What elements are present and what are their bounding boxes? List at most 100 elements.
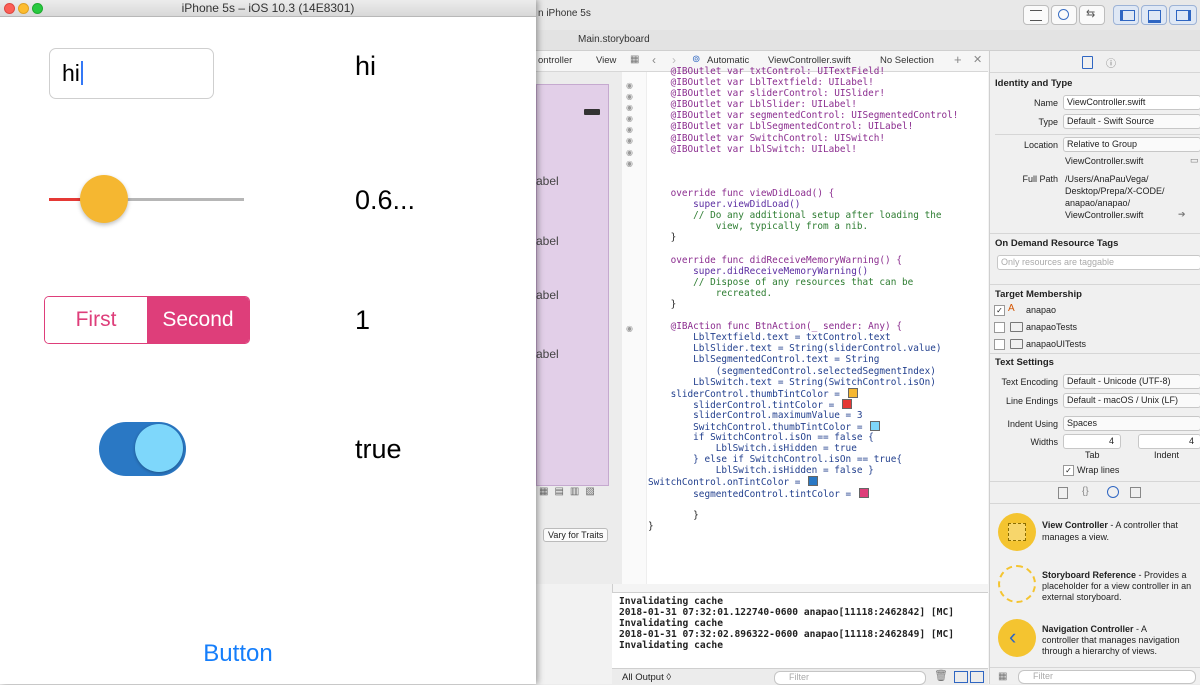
code-line: sliderControl.maximumValue = 3: [648, 409, 863, 421]
name-field[interactable]: ViewController.swift: [1063, 95, 1200, 110]
code-line: @IBOutlet var SwitchControl: UISwitch!: [648, 132, 886, 144]
wrap-lines-checkbox[interactable]: ✓: [1063, 465, 1074, 476]
chevron-left-icon[interactable]: ‹: [652, 53, 656, 67]
library-item-storyboard-reference[interactable]: Storyboard Reference - Provides a placeh…: [990, 565, 1200, 617]
encoding-label: Text Encoding: [1001, 377, 1058, 387]
text-field[interactable]: hi: [49, 48, 214, 99]
file-inspector-icon[interactable]: [1082, 56, 1093, 69]
color-literal-swatch[interactable]: [841, 398, 852, 409]
library-item-navigation-controller[interactable]: ‹ Navigation Controller - A controller t…: [990, 619, 1200, 671]
standard-editor-button[interactable]: [1023, 5, 1049, 25]
chevron-right-icon[interactable]: ›: [672, 53, 676, 67]
jumpbar-file[interactable]: ViewController.swift: [768, 55, 851, 66]
assistant-editor-button[interactable]: [1051, 5, 1077, 25]
grid-icon[interactable]: ▦: [630, 54, 639, 65]
color-literal-swatch[interactable]: [858, 487, 869, 498]
interface-builder-canvas: abel abel abel abel ▦▤▥▧ Vary for Traits: [536, 72, 623, 584]
line-endings-select[interactable]: Default - macOS / Unix (LF): [1063, 393, 1200, 408]
ib-view-controller-scene[interactable]: [536, 84, 609, 486]
folder-icon[interactable]: ▭: [1190, 155, 1199, 166]
code-line: } else if SwitchControl.isOn == true{: [648, 454, 902, 466]
code-snippet-icon[interactable]: {}: [1082, 486, 1089, 497]
code-line: }: [648, 298, 677, 310]
vary-for-traits-button[interactable]: Vary for Traits: [543, 528, 609, 542]
library-filter-field[interactable]: Filter: [1018, 670, 1196, 684]
ib-label[interactable]: abel: [536, 174, 559, 188]
code-line: LblSwitch.text = String(SwitchControl.is…: [648, 376, 936, 388]
grid-view-icon[interactable]: ▦: [998, 671, 1007, 682]
target-checkbox-anapao[interactable]: ✓: [994, 305, 1005, 316]
toggle-switch[interactable]: [99, 422, 186, 476]
media-library-icon[interactable]: [1130, 487, 1141, 498]
trash-icon[interactable]: 🗑: [934, 669, 948, 682]
reveal-arrow-icon[interactable]: ➔: [1178, 209, 1186, 220]
library-item-desc: manages a view.: [1042, 532, 1110, 542]
code-line: @IBOutlet var LblSlider: UILabel!: [648, 99, 857, 111]
file-template-icon[interactable]: [1058, 487, 1068, 499]
type-select[interactable]: Default - Swift Source: [1063, 114, 1200, 129]
tab-main-storyboard[interactable]: Main.storyboard: [578, 34, 650, 45]
action-connection-dot: ◉: [626, 324, 633, 333]
scheme-destination[interactable]: n iPhone 5s: [538, 8, 591, 19]
jumpbar-automatic[interactable]: Automatic: [707, 55, 749, 66]
ib-label[interactable]: abel: [536, 347, 559, 361]
action-button[interactable]: Button: [180, 640, 296, 668]
split-view-icon[interactable]: [954, 671, 968, 683]
full-path-line: /Users/AnaPauVega/: [1065, 174, 1149, 184]
source-code[interactable]: @IBOutlet var txtControl: UITextField! @…: [648, 66, 988, 532]
variables-view: [536, 584, 613, 684]
target-checkbox-uitests[interactable]: [994, 339, 1005, 350]
console-filter-bar: All Output ◊ Filter 🗑: [612, 668, 988, 685]
color-literal-swatch[interactable]: [808, 476, 819, 487]
outlet-connection-dots: ◉ ◉ ◉ ◉ ◉ ◉ ◉ ◉: [626, 81, 633, 168]
color-literal-swatch[interactable]: [847, 387, 858, 398]
odr-tags-field[interactable]: Only resources are taggable: [997, 255, 1200, 270]
switch-thumb[interactable]: [135, 424, 183, 472]
identity-type-header: Identity and Type: [995, 78, 1073, 89]
close-icon[interactable]: ✕: [973, 53, 982, 66]
console-filter-field[interactable]: Filter: [774, 671, 926, 685]
segment-second[interactable]: Second: [147, 297, 249, 343]
navigator-toggle-button[interactable]: [1113, 5, 1139, 25]
segment-first[interactable]: First: [45, 297, 147, 343]
minimize-window-button[interactable]: [18, 3, 29, 14]
add-editor-icon[interactable]: +: [954, 52, 962, 67]
code-line: // Do any additional setup after loading…: [648, 210, 942, 222]
object-library-icon[interactable]: [1107, 486, 1119, 498]
full-path-line: Desktop/Prepa/X-CODE/: [1065, 186, 1165, 196]
jumpbar-selection[interactable]: No Selection: [880, 55, 934, 66]
output-selector[interactable]: All Output ◊: [622, 672, 671, 683]
ib-label[interactable]: abel: [536, 234, 559, 248]
code-line: }: [648, 509, 699, 521]
console-only-icon[interactable]: [970, 671, 984, 683]
indent-using-select[interactable]: Spaces: [1063, 416, 1200, 431]
tab-width-field[interactable]: 4: [1063, 434, 1121, 449]
debug-toggle-button[interactable]: [1141, 5, 1167, 25]
separator: [990, 353, 1200, 354]
indent-width-field[interactable]: 4: [1138, 434, 1200, 449]
color-literal-swatch[interactable]: [870, 421, 881, 431]
ib-label[interactable]: abel: [536, 288, 559, 302]
location-select[interactable]: Relative to Group: [1063, 137, 1200, 152]
close-window-button[interactable]: [4, 3, 15, 14]
library-item-view-controller[interactable]: View Controller - A controller that mana…: [990, 513, 1200, 565]
code-editor[interactable]: ◉ ◉ ◉ ◉ ◉ ◉ ◉ ◉ ◉ @IBOutlet var txtContr…: [622, 66, 988, 584]
utilities-inspector: ⓘ Identity and Type Name ViewController.…: [989, 51, 1200, 684]
jumpbar-view[interactable]: View: [596, 55, 616, 66]
code-line: @IBOutlet var txtControl: UITextField!: [648, 66, 886, 77]
jumpbar-controller[interactable]: ontroller: [538, 55, 572, 66]
type-label: Type: [1038, 117, 1058, 127]
target-checkbox-tests[interactable]: [994, 322, 1005, 333]
ib-layout-tools[interactable]: ▦▤▥▧: [539, 486, 601, 497]
zoom-window-button[interactable]: [32, 3, 43, 14]
code-line: view, typically from a nib.: [648, 221, 869, 233]
library-item-text: View Controller - A controller that: [1042, 520, 1178, 530]
utilities-toggle-button[interactable]: [1169, 5, 1197, 25]
app-target-icon: A: [1008, 303, 1015, 314]
segmented-control[interactable]: First Second: [44, 296, 250, 344]
slider-thumb[interactable]: [80, 175, 128, 223]
version-editor-button[interactable]: ⇆: [1079, 5, 1105, 25]
help-icon[interactable]: ⓘ: [1106, 55, 1116, 70]
encoding-select[interactable]: Default - Unicode (UTF-8): [1063, 374, 1200, 389]
